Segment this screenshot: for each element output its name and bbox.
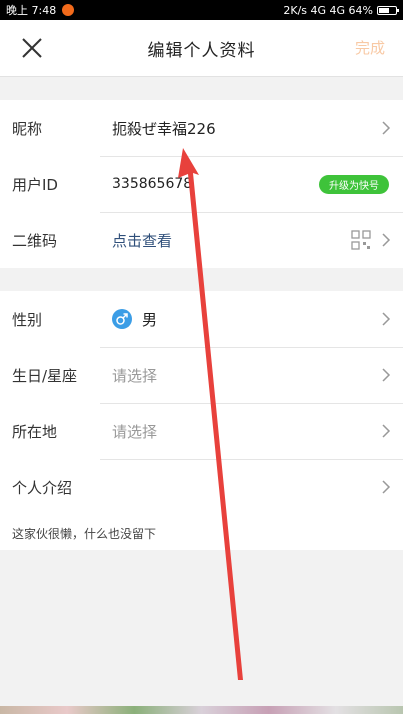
- location-label: 所在地: [12, 422, 58, 441]
- location-value: 请选择: [112, 422, 158, 441]
- status-time: 晚上 7:48: [6, 4, 57, 17]
- gender-value: 男: [142, 310, 158, 329]
- intro-row[interactable]: 个人介绍 这家伙很懒，什么也没留下: [0, 459, 403, 550]
- intro-text: 这家伙很懒，什么也没留下: [12, 527, 157, 541]
- details-section: 性别 男 生日/星座 请选择 所在地 请选择 个人介绍 这家伙很懒，什么也没留下: [0, 291, 403, 550]
- gender-label: 性别: [12, 310, 43, 329]
- birthday-label: 生日/星座: [12, 366, 78, 385]
- chevron-right-icon: [382, 480, 391, 494]
- nickname-value: 扼殺ぜ幸福226: [112, 119, 216, 138]
- qrcode-link[interactable]: 点击查看: [112, 230, 172, 251]
- background-strip: [0, 706, 403, 714]
- qrcode-row[interactable]: 二维码 点击查看: [0, 212, 403, 268]
- upgrade-badge-button[interactable]: 升级为快号: [319, 174, 389, 194]
- qrcode-icon: [351, 230, 371, 250]
- birthday-row[interactable]: 生日/星座 请选择: [0, 347, 403, 403]
- battery-level: [379, 7, 390, 13]
- gender-row[interactable]: 性别 男: [0, 291, 403, 347]
- user-id-row: 用户ID 335865678 升级为快号: [0, 156, 403, 212]
- chevron-right-icon: [382, 233, 391, 247]
- header: 编辑个人资料 完成: [0, 20, 403, 77]
- status-bar-left: 晚上 7:48: [6, 2, 75, 18]
- page-title: 编辑个人资料: [147, 40, 256, 61]
- qrcode-label: 二维码: [12, 231, 58, 250]
- status-bar-right: 2K/s 4G 4G 64%: [283, 3, 399, 17]
- intro-label: 个人介绍: [12, 479, 73, 497]
- male-icon: [112, 309, 132, 329]
- close-icon[interactable]: [18, 34, 46, 62]
- status-bar: 晚上 7:48 2K/s 4G 4G 64%: [0, 0, 403, 20]
- notification-icon: [62, 4, 75, 16]
- battery-icon: [377, 5, 399, 15]
- chevron-right-icon: [382, 368, 391, 382]
- chevron-right-icon: [382, 121, 391, 135]
- location-row[interactable]: 所在地 请选择: [0, 403, 403, 459]
- chevron-right-icon: [382, 424, 391, 438]
- nickname-label: 昵称: [12, 119, 43, 138]
- profile-section: 昵称 扼殺ぜ幸福226 用户ID 335865678 升级为快号 二维码 点击查…: [0, 100, 403, 268]
- done-button[interactable]: 完成: [355, 37, 385, 58]
- user-id-label: 用户ID: [12, 175, 58, 194]
- birthday-value: 请选择: [112, 366, 158, 385]
- network-status: 2K/s 4G 4G 64%: [283, 3, 373, 17]
- nickname-row[interactable]: 昵称 扼殺ぜ幸福226: [0, 100, 403, 156]
- chevron-right-icon: [382, 312, 391, 326]
- user-id-value: 335865678: [112, 176, 193, 192]
